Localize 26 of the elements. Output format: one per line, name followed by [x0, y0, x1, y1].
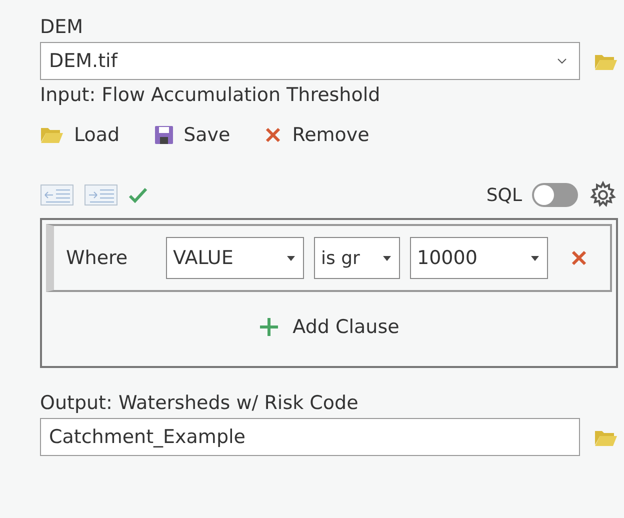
- chevron-icon: [557, 58, 567, 64]
- remove-button[interactable]: Remove: [264, 118, 370, 152]
- dem-label: DEM: [40, 15, 84, 40]
- operator-dropdown[interactable]: is gr: [314, 237, 400, 279]
- dem-dropdown[interactable]: DEM.tif: [40, 42, 580, 80]
- checkmark-icon[interactable]: [128, 186, 148, 204]
- outdent-icon[interactable]: [40, 184, 74, 206]
- load-button[interactable]: Load: [40, 118, 120, 152]
- attribute-dropdown[interactable]: VALUE: [166, 237, 304, 279]
- plus-icon: [258, 317, 279, 337]
- sql-label: SQL: [486, 184, 522, 206]
- caret-icon: [287, 256, 295, 260]
- save-button[interactable]: Save: [154, 118, 230, 152]
- output-field[interactable]: Catchment_Example: [40, 418, 580, 456]
- add-clause-button[interactable]: Add Clause: [258, 292, 400, 362]
- threshold-dropdown[interactable]: 10000: [410, 237, 548, 279]
- folder-icon: [40, 126, 64, 144]
- caret-icon: [383, 256, 391, 260]
- where-label: Where: [66, 247, 129, 269]
- indent-icon[interactable]: [84, 184, 118, 206]
- close-icon[interactable]: [570, 249, 588, 267]
- close-icon: [264, 126, 282, 144]
- sql-toggle[interactable]: [532, 183, 578, 207]
- caret-icon: [531, 256, 539, 260]
- output-label: Output: Watersheds w/ Risk Code: [40, 391, 360, 416]
- threshold-label: Input: Flow Accumulation Threshold: [40, 83, 382, 108]
